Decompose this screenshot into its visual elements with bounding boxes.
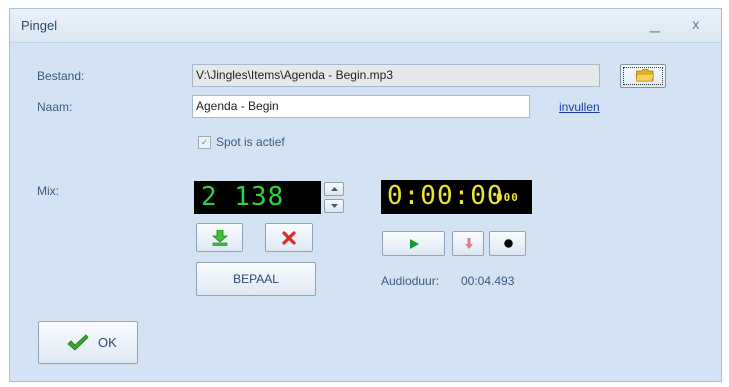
checkmark-icon: [67, 334, 89, 351]
ms-value: 000: [496, 191, 519, 204]
close-button[interactable]: x: [692, 18, 700, 33]
chevron-up-icon: [331, 187, 338, 191]
time-value: 0:00:00: [387, 181, 504, 211]
record-icon: [504, 239, 513, 248]
down-button[interactable]: [452, 231, 484, 256]
bestand-label: Bestand:: [37, 69, 85, 83]
red-x-icon: [282, 231, 296, 245]
spot-actief-label: Spot is actief: [216, 135, 285, 149]
accept-mix-button[interactable]: [196, 223, 243, 252]
minimize-button[interactable]: _: [650, 13, 660, 34]
title-bar: Pingel _ x: [10, 9, 721, 43]
audioduur-label: Audioduur:: [381, 274, 440, 288]
play-icon: [410, 239, 419, 249]
mix-label: Mix:: [37, 184, 59, 198]
time-display: 0:00:00 000: [381, 180, 532, 214]
folder-icon: [636, 69, 654, 82]
chevron-down-icon: [331, 204, 338, 208]
naam-label: Naam:: [37, 100, 73, 114]
checkbox-box[interactable]: ✓: [198, 135, 211, 149]
invullen-link[interactable]: invullen: [559, 100, 600, 114]
mix-decrement-button[interactable]: [324, 199, 344, 213]
window-title: Pingel: [21, 18, 58, 33]
mix-increment-button[interactable]: [324, 182, 344, 196]
play-button[interactable]: [382, 231, 445, 256]
bestand-field[interactable]: V:\Jingles\Items\Agenda - Begin.mp3: [192, 64, 600, 87]
bepaal-button[interactable]: BEPAAL: [196, 262, 316, 296]
record-button[interactable]: [489, 231, 526, 256]
dialog-window: Pingel _ x Bestand: V:\Jingles\Items\Age…: [9, 8, 722, 382]
download-arrow-icon: [212, 230, 228, 246]
mix-display: 2 138: [194, 181, 321, 214]
audioduur-value: 00:04.493: [461, 274, 515, 288]
ok-label: OK: [98, 335, 117, 350]
mix-value: 2 138: [201, 182, 285, 212]
down-arrow-icon: [465, 238, 473, 249]
ok-button[interactable]: OK: [38, 321, 138, 364]
naam-field[interactable]: Agenda - Begin: [192, 95, 530, 118]
reject-mix-button[interactable]: [265, 223, 313, 252]
browse-folder-button[interactable]: [620, 64, 666, 88]
spot-actief-checkbox[interactable]: ✓ Spot is actief: [198, 135, 285, 149]
